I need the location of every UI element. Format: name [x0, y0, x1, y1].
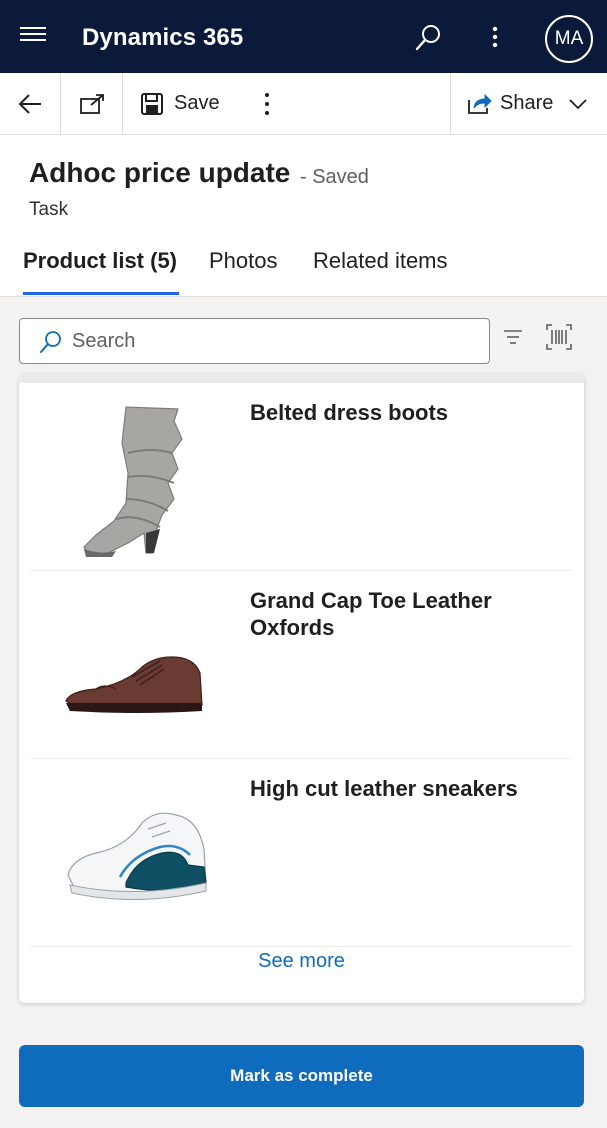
tab-photos[interactable]: Photos [209, 248, 278, 274]
popout-icon [79, 93, 104, 114]
share-label: Share [500, 92, 554, 114]
back-arrow-icon [18, 93, 41, 114]
search-box[interactable] [19, 318, 490, 364]
divider [450, 73, 451, 134]
more-vertical-icon [265, 92, 269, 115]
record-title: Adhoc price update [29, 157, 291, 188]
product-list-item[interactable]: Grand Cap Toe Leather Oxfords [31, 571, 571, 759]
open-in-new-window-button[interactable] [61, 73, 122, 134]
share-icon [468, 93, 492, 114]
barcode-scan-icon[interactable] [545, 323, 573, 351]
save-status: - Saved [300, 166, 369, 188]
more-vertical-icon[interactable] [480, 22, 510, 54]
divider [122, 73, 123, 134]
share-button[interactable]: Share [466, 73, 596, 134]
divider [31, 946, 571, 947]
oxford-shoe-image [56, 591, 216, 751]
user-avatar[interactable]: MA [545, 15, 593, 63]
search-icon[interactable] [412, 22, 444, 54]
search-icon [40, 331, 61, 353]
save-button[interactable]: Save [140, 73, 240, 134]
boot-image [56, 403, 216, 563]
save-label: Save [174, 92, 220, 114]
product-list-item[interactable]: High cut leather sneakers [31, 759, 571, 947]
product-name: Grand Cap Toe Leather Oxfords [250, 588, 492, 640]
mark-as-complete-button[interactable]: Mark as complete [19, 1045, 584, 1107]
back-button[interactable] [0, 73, 60, 134]
selected-tab-indicator [23, 292, 179, 295]
tab-product-list[interactable]: Product list (5) [23, 248, 177, 274]
product-name: High cut leather sneakers [250, 776, 518, 801]
product-name: Belted dress boots [250, 400, 449, 425]
save-disk-icon [141, 92, 163, 115]
app-title: Dynamics 365 [82, 24, 244, 51]
see-more-link[interactable]: See more [19, 950, 584, 973]
hamburger-icon[interactable] [20, 27, 48, 47]
search-input[interactable] [72, 327, 472, 355]
filter-icon[interactable] [501, 325, 525, 349]
chevron-down-icon [569, 98, 588, 109]
more-commands-button[interactable] [252, 73, 282, 134]
product-list-item[interactable]: Belted dress boots [31, 383, 571, 571]
sneaker-image [56, 779, 216, 939]
card-top-strip [19, 374, 584, 383]
product-list-card: Belted dress boots Grand Cap Toe Leather… [19, 374, 584, 1003]
app-header: Dynamics 365 MA [0, 0, 607, 73]
command-bar: Save Share [0, 73, 607, 135]
record-type: Task [29, 199, 69, 220]
record-header: Adhoc price update - Saved Task Product … [0, 135, 607, 297]
tab-related-items[interactable]: Related items [313, 248, 448, 274]
